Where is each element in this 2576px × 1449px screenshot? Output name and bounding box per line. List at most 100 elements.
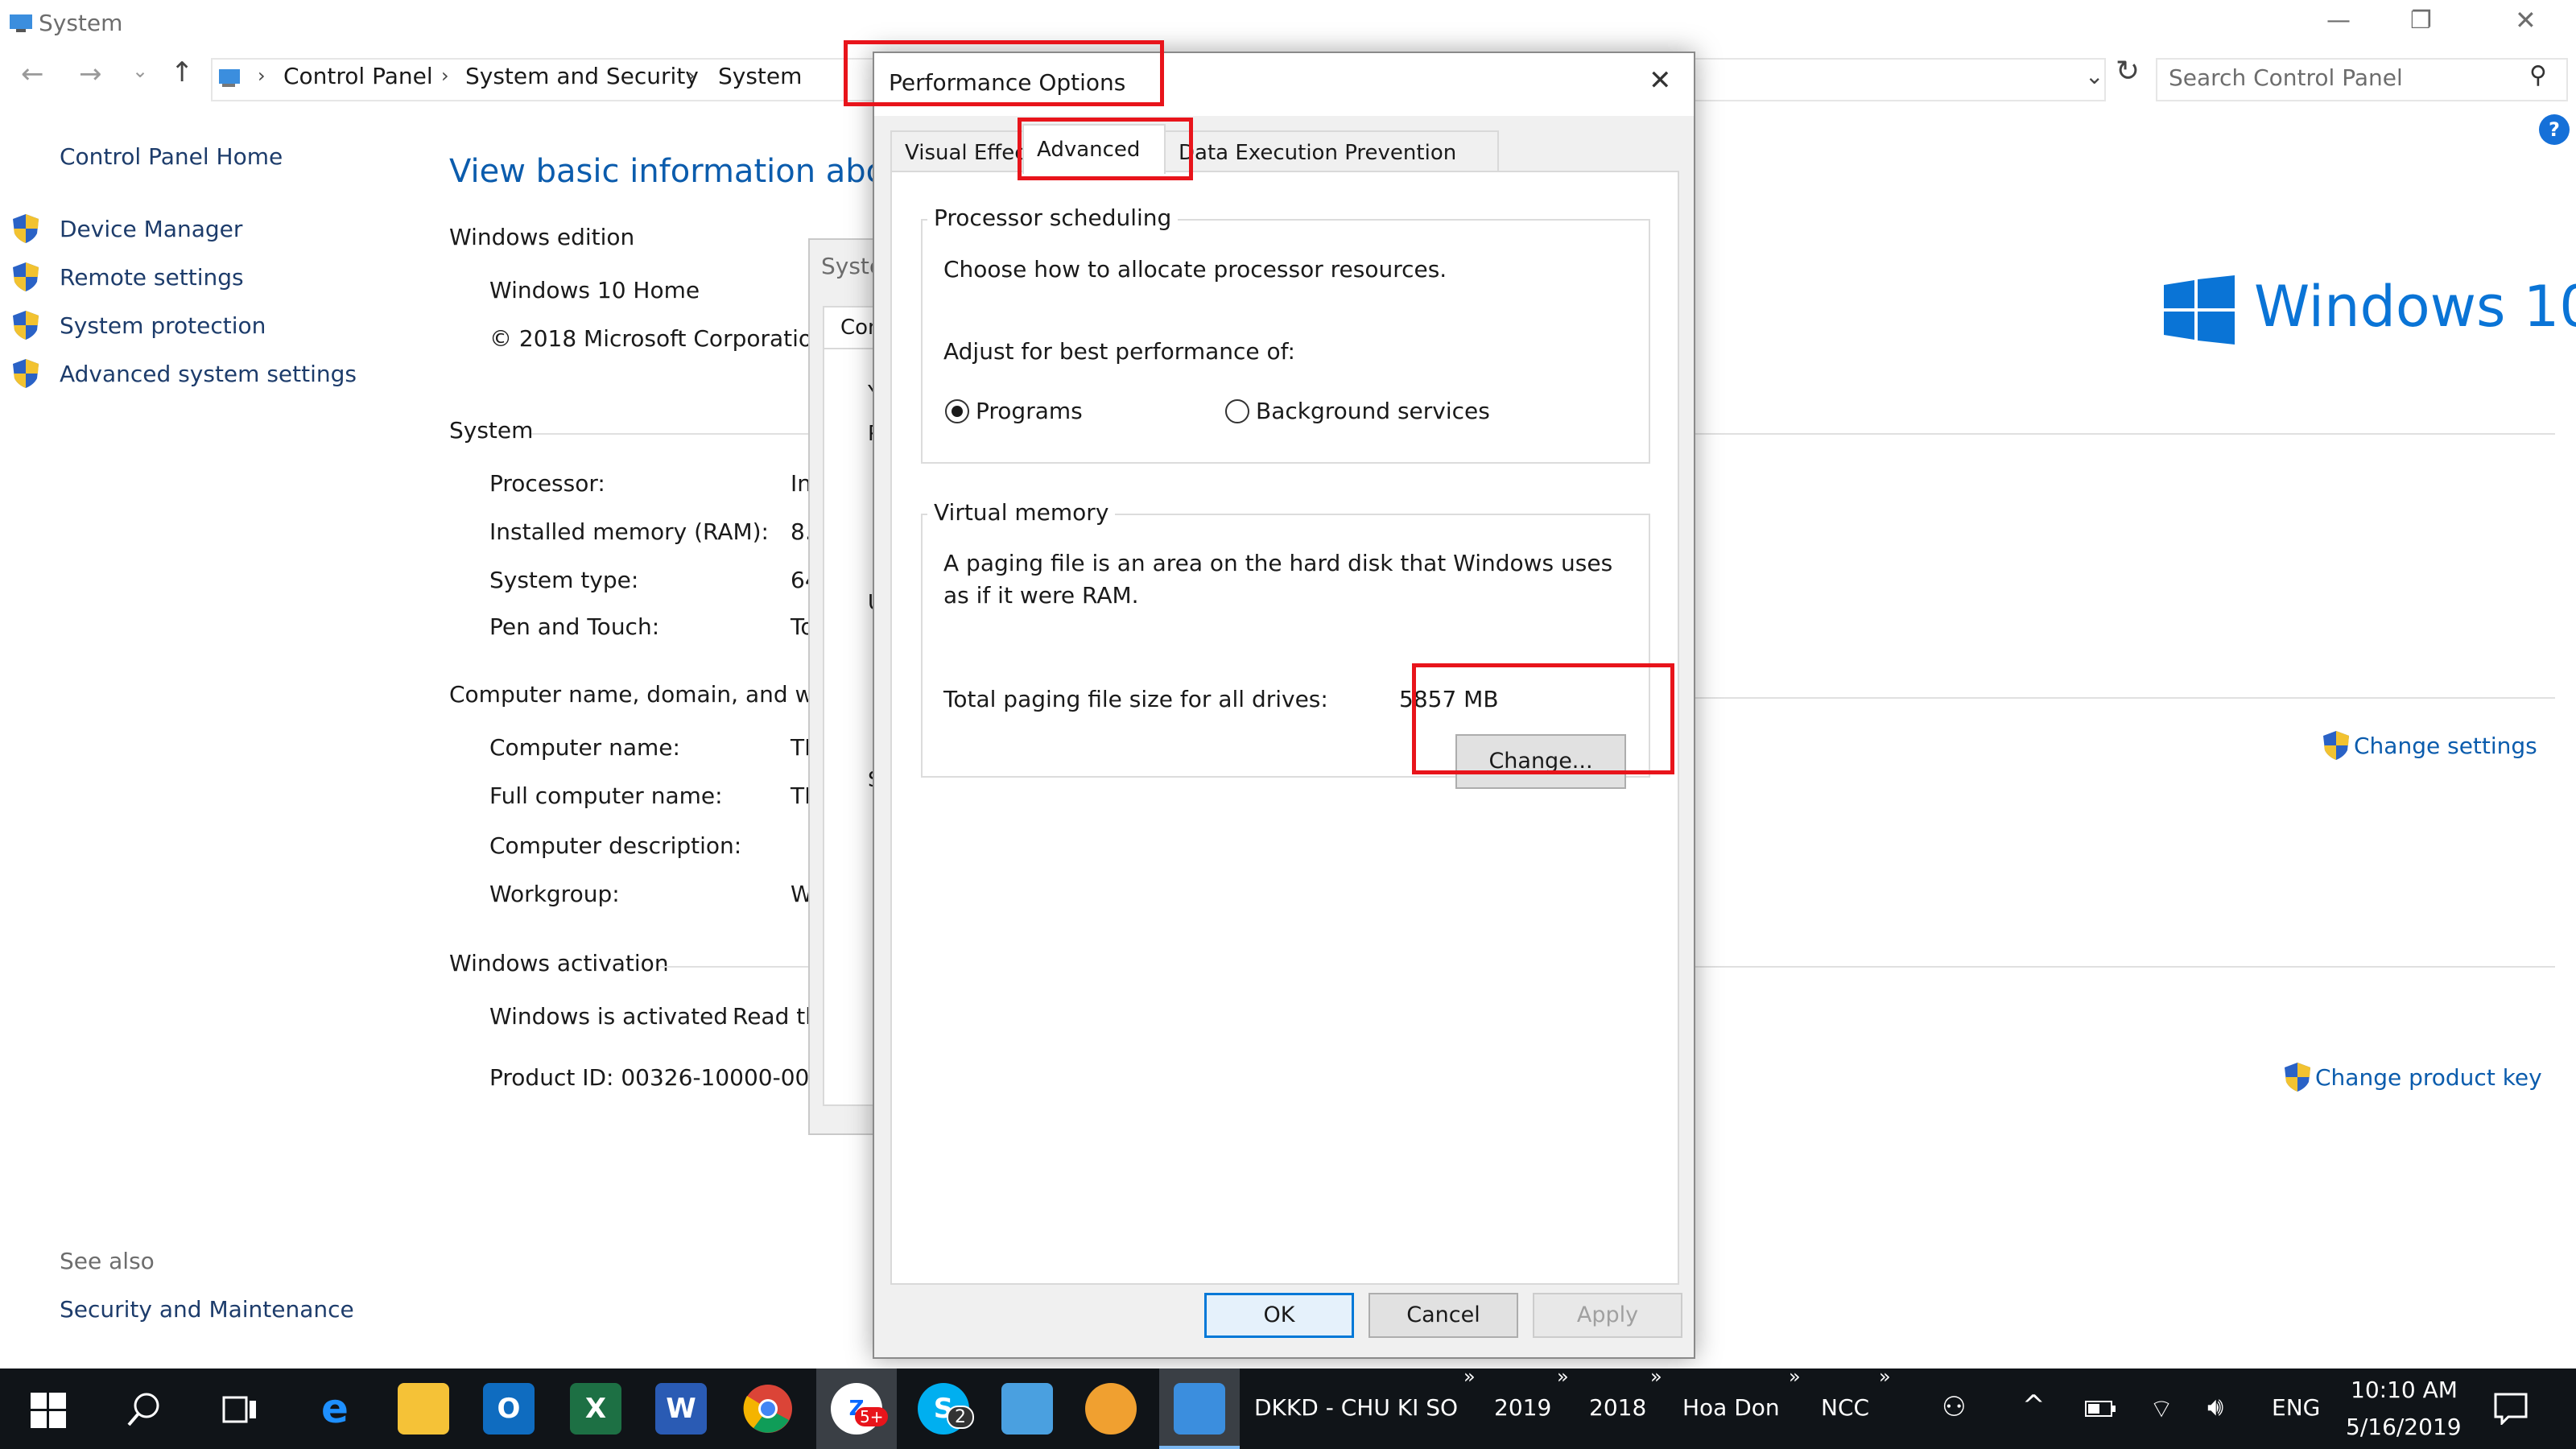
- sidebar-item-remote-settings[interactable]: Remote settings: [60, 264, 244, 291]
- forward-arrow-icon[interactable]: →: [79, 58, 102, 90]
- search-icon[interactable]: [126, 1391, 163, 1428]
- chrome-icon[interactable]: [742, 1383, 794, 1435]
- tab-fragment[interactable]: Con: [823, 306, 881, 351]
- system-window-icon: [10, 14, 32, 32]
- windows-logo-icon: [2164, 275, 2235, 345]
- apply-button[interactable]: Apply: [1533, 1293, 1682, 1338]
- ok-button[interactable]: OK: [1204, 1293, 1354, 1338]
- section-divider: [1692, 433, 2555, 435]
- search-box[interactable]: Search Control Panel ⚲: [2156, 58, 2568, 101]
- minimize-button[interactable]: —: [2326, 6, 2351, 35]
- crumb-system[interactable]: System: [718, 63, 802, 89]
- computer-description-label: Computer description:: [489, 832, 742, 859]
- programs-label[interactable]: Programs: [976, 398, 1083, 424]
- battery-icon[interactable]: [2085, 1399, 2117, 1418]
- up-arrow-icon[interactable]: ↑: [171, 56, 194, 89]
- crumb-system-and-security[interactable]: System and Security: [465, 63, 699, 89]
- adjust-label: Adjust for best performance of:: [943, 338, 1295, 365]
- chevron-double-icon: »: [1879, 1365, 1891, 1388]
- edge-icon[interactable]: e: [309, 1383, 361, 1435]
- windows-edition-title: Windows edition: [449, 224, 635, 250]
- sidebar-item-advanced-system-settings[interactable]: Advanced system settings: [60, 361, 357, 387]
- help-icon[interactable]: ?: [2539, 114, 2570, 145]
- sidebar-item-system-protection[interactable]: System protection: [60, 312, 266, 339]
- zalo-badge: 5+: [855, 1407, 889, 1426]
- close-button[interactable]: ✕: [2515, 5, 2537, 35]
- read-license-link[interactable]: Read th: [733, 1003, 819, 1030]
- product-id: Product ID: 00326-10000-000: [489, 1064, 824, 1091]
- people-icon[interactable]: ⚇: [1942, 1391, 1966, 1423]
- refresh-icon[interactable]: ↻: [2116, 55, 2140, 88]
- tab-page-fragment: Y P U S: [823, 348, 883, 1106]
- taskbar-folder-ncc[interactable]: NCC: [1821, 1394, 1869, 1421]
- sidebar-item-device-manager[interactable]: Device Manager: [60, 216, 242, 242]
- chevron-right-icon: ›: [687, 64, 696, 87]
- tab-data-execution-prevention[interactable]: Data Execution Prevention: [1164, 130, 1499, 172]
- taskbar-folder-hoa-don[interactable]: Hoa Don: [1682, 1394, 1780, 1421]
- windows-10-wordmark: Windows 10: [2254, 274, 2576, 340]
- windows-edition-name: Windows 10 Home: [489, 277, 700, 303]
- word-icon[interactable]: W: [655, 1383, 707, 1435]
- chevron-up-icon[interactable]: ^: [2022, 1389, 2046, 1422]
- full-computer-name-label: Full computer name:: [489, 782, 723, 809]
- sidebar-control-panel-home[interactable]: Control Panel Home: [60, 143, 283, 170]
- shield-icon: [13, 214, 39, 243]
- ram-label: Installed memory (RAM):: [489, 518, 769, 545]
- volume-icon[interactable]: 🔊︎: [2207, 1391, 2223, 1422]
- clock-time[interactable]: 10:10 AM: [2351, 1377, 2458, 1403]
- pen-touch-label: Pen and Touch:: [489, 613, 660, 640]
- chevron-double-icon: »: [1650, 1365, 1662, 1388]
- control-panel-icon[interactable]: [1001, 1383, 1053, 1435]
- chevron-down-icon[interactable]: ⌄: [2085, 63, 2103, 89]
- highlight-dialog-title: [844, 40, 1164, 106]
- shield-icon: [13, 359, 39, 388]
- language-indicator[interactable]: ENG: [2272, 1394, 2320, 1421]
- start-icon[interactable]: [31, 1393, 66, 1428]
- section-divider: [1692, 966, 2555, 968]
- change-settings-link[interactable]: Change settings: [2354, 733, 2537, 759]
- computer-name-section-title: Computer name, domain, and wo: [449, 681, 828, 708]
- notification-icon[interactable]: [2494, 1393, 2528, 1425]
- chevron-double-icon: »: [1463, 1365, 1476, 1388]
- shield-icon: [2285, 1063, 2310, 1092]
- wifi-icon[interactable]: ⌔: [2149, 1393, 2174, 1425]
- virtual-memory-title: Virtual memory: [927, 499, 1116, 526]
- crumb-control-panel[interactable]: Control Panel: [283, 63, 433, 89]
- cancel-button[interactable]: Cancel: [1368, 1293, 1518, 1338]
- excel-icon[interactable]: X: [570, 1383, 621, 1435]
- copyright-text: © 2018 Microsoft Corporation: [489, 325, 827, 352]
- tab-advanced[interactable]: Advanced: [1022, 124, 1166, 174]
- back-arrow-icon[interactable]: ←: [21, 58, 44, 90]
- workgroup-label: Workgroup:: [489, 881, 620, 907]
- search-icon[interactable]: ⚲: [2529, 61, 2547, 89]
- control-panel-icon: [219, 69, 240, 87]
- radio-background-services[interactable]: [1225, 399, 1249, 423]
- processor-label: Processor:: [489, 470, 605, 497]
- tab-visual-effects[interactable]: Visual Effects: [890, 130, 1045, 172]
- change-product-key-link[interactable]: Change product key: [2315, 1064, 2542, 1091]
- taskbar-folder-2018[interactable]: 2018: [1589, 1394, 1646, 1421]
- processor-scheduling-title: Processor scheduling: [927, 204, 1179, 231]
- radio-programs[interactable]: [945, 399, 969, 423]
- task-view-icon[interactable]: [222, 1393, 259, 1428]
- file-explorer-icon[interactable]: [398, 1383, 449, 1435]
- dialog-close-icon[interactable]: ✕: [1649, 64, 1672, 97]
- system-icon[interactable]: [1174, 1383, 1225, 1435]
- outlook-icon[interactable]: O: [483, 1383, 535, 1435]
- chevron-right-icon: ›: [441, 64, 449, 87]
- see-also-security-and-maintenance[interactable]: Security and Maintenance: [60, 1296, 354, 1323]
- search-input[interactable]: Search Control Panel: [2169, 64, 2403, 91]
- clock-date[interactable]: 5/16/2019: [2346, 1414, 2462, 1440]
- taskbar-folder-dkkd[interactable]: DKKD - CHU KI SO: [1254, 1394, 1458, 1421]
- recent-dropdown-icon[interactable]: ⌄: [132, 60, 148, 82]
- system-type-label: System type:: [489, 567, 639, 593]
- virtual-memory-description: A paging file is an area on the hard dis…: [943, 550, 1613, 609]
- background-services-label[interactable]: Background services: [1256, 398, 1490, 424]
- shield-icon: [2323, 731, 2349, 760]
- restore-button[interactable]: ❐: [2410, 6, 2432, 35]
- chevron-double-icon: »: [1789, 1365, 1801, 1388]
- paint-icon[interactable]: [1085, 1383, 1137, 1435]
- chevron-right-icon: ›: [258, 64, 266, 87]
- taskbar-folder-2019[interactable]: 2019: [1494, 1394, 1551, 1421]
- section-divider: [531, 433, 808, 435]
